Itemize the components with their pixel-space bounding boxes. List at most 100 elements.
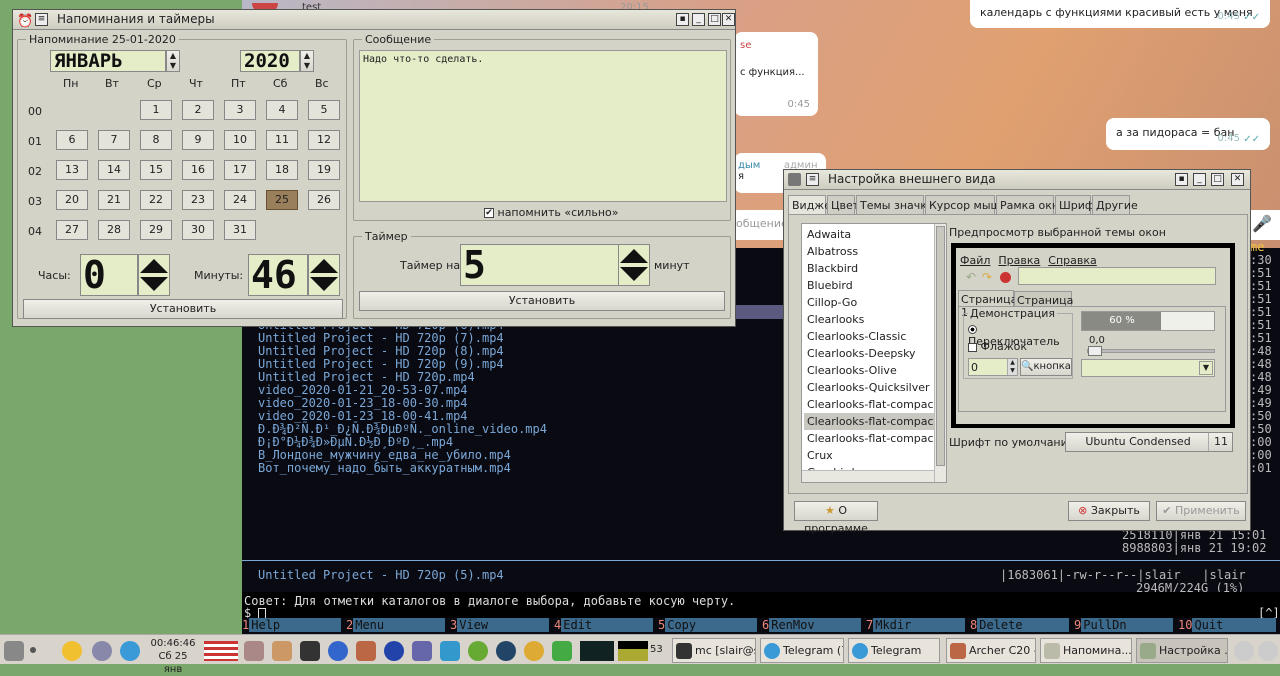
arrow-up-icon[interactable] bbox=[310, 259, 338, 273]
preview-menu-item[interactable]: Правка bbox=[998, 254, 1040, 267]
day-25[interactable]: 25 bbox=[266, 190, 298, 210]
task-mc[interactable]: mc [slair@s... bbox=[672, 638, 756, 663]
theme-item[interactable]: Blackbird bbox=[804, 260, 934, 277]
day-23[interactable]: 23 bbox=[182, 190, 214, 210]
task-telegram[interactable]: Telegram bbox=[848, 638, 940, 663]
file-item[interactable]: video_2020-01-23_18-00-30.mp4 bbox=[258, 396, 468, 410]
day-26[interactable]: 26 bbox=[308, 190, 340, 210]
file-item[interactable]: Untitled Project - HD 720p (9).mp4 bbox=[258, 357, 504, 371]
preview-menu-item[interactable]: Справка bbox=[1048, 254, 1096, 267]
back-icon[interactable]: ↶ bbox=[966, 270, 976, 284]
fkey-renmov[interactable]: 6 RenMov bbox=[762, 618, 862, 634]
app-launcher-icon[interactable] bbox=[440, 641, 460, 661]
arrow-up-icon[interactable] bbox=[140, 259, 168, 273]
demo-button[interactable]: 🔍кнопка bbox=[1020, 358, 1072, 376]
task-telegram[interactable]: Telegram (7... bbox=[760, 638, 844, 663]
scrollbar-thumb[interactable] bbox=[936, 226, 945, 466]
forward-icon[interactable]: ↷ bbox=[982, 270, 992, 284]
app-launcher-icon[interactable] bbox=[552, 641, 572, 661]
demo-combo[interactable]: ▼ bbox=[1081, 359, 1215, 377]
file-item[interactable]: Untitled Project - HD 720p (7).mp4 bbox=[258, 331, 504, 345]
set-reminder-button[interactable]: Установить bbox=[23, 299, 343, 319]
day-15[interactable]: 15 bbox=[140, 160, 172, 180]
apply-button[interactable]: ✔ Применить bbox=[1156, 501, 1246, 521]
app-launcher-icon[interactable] bbox=[244, 641, 264, 661]
set-timer-button[interactable]: Установить bbox=[359, 291, 725, 311]
demo-spin[interactable]: 0 ▲ ▼ bbox=[968, 358, 1018, 376]
day-14[interactable]: 14 bbox=[98, 160, 130, 180]
minimize-button[interactable]: _ bbox=[1193, 173, 1206, 186]
volume-icon[interactable] bbox=[1234, 641, 1254, 661]
day-19[interactable]: 19 bbox=[308, 160, 340, 180]
day-29[interactable]: 29 bbox=[140, 220, 172, 240]
app-launcher-icon[interactable] bbox=[496, 641, 516, 661]
day-30[interactable]: 30 bbox=[182, 220, 214, 240]
day-2[interactable]: 2 bbox=[182, 100, 214, 120]
day-6[interactable]: 6 bbox=[56, 130, 88, 150]
timer-spinner[interactable] bbox=[618, 244, 650, 286]
app-launcher-icon[interactable] bbox=[524, 641, 544, 661]
minimize-button[interactable]: _ bbox=[692, 13, 705, 26]
app-launcher-icon[interactable] bbox=[328, 641, 348, 661]
file-item[interactable]: video_2020-01-23_18-00-41.mp4 bbox=[258, 409, 468, 423]
spin-arrows-icon[interactable]: ▲ ▼ bbox=[1007, 359, 1017, 375]
tab-4[interactable]: Рамка окна bbox=[996, 195, 1066, 215]
day-12[interactable]: 12 bbox=[308, 130, 340, 150]
checkmark-icon[interactable]: ✔ bbox=[484, 208, 494, 218]
app-launcher-icon[interactable] bbox=[272, 641, 292, 661]
default-font-button[interactable]: Ubuntu Condensed 11 bbox=[1065, 432, 1233, 452]
day-9[interactable]: 9 bbox=[182, 130, 214, 150]
task-reminders[interactable]: Напомина... bbox=[1040, 638, 1132, 663]
theme-item[interactable]: Adwaita bbox=[804, 226, 934, 243]
checkbox-icon[interactable] bbox=[968, 342, 977, 352]
theme-item[interactable]: Clearlooks-Classic bbox=[804, 328, 934, 345]
minutes-spinner[interactable] bbox=[308, 254, 340, 296]
fkey-help[interactable]: 1 Help bbox=[242, 618, 342, 634]
theme-item[interactable]: Albatross bbox=[804, 243, 934, 260]
theme-item[interactable]: Clearlooks-Deepsky bbox=[804, 345, 934, 362]
fkey-quit[interactable]: 10 Quit bbox=[1178, 618, 1278, 634]
demo-checkbox[interactable]: Флажок bbox=[968, 340, 1027, 353]
file-item[interactable]: Untitled Project - HD 720p (8).mp4 bbox=[258, 344, 504, 358]
day-22[interactable]: 22 bbox=[140, 190, 172, 210]
day-16[interactable]: 16 bbox=[182, 160, 214, 180]
theme-item[interactable]: Clearlooks bbox=[804, 311, 934, 328]
day-5[interactable]: 5 bbox=[308, 100, 340, 120]
task-browser[interactable]: Archer C20 -... bbox=[946, 638, 1036, 663]
tab-6[interactable]: Другие bbox=[1092, 195, 1138, 215]
horizontal-scrollbar[interactable] bbox=[802, 470, 934, 482]
preview-menu-item[interactable]: Файл bbox=[960, 254, 990, 267]
day-18[interactable]: 18 bbox=[266, 160, 298, 180]
day-10[interactable]: 10 bbox=[224, 130, 256, 150]
app-launcher-icon[interactable] bbox=[468, 641, 488, 661]
fkey-delete[interactable]: 8 Delete bbox=[970, 618, 1070, 634]
tab-3[interactable]: Курсор мыши bbox=[925, 195, 1008, 215]
file-item[interactable]: Вот_почему_надо_быть_аккуратным.mp4 bbox=[258, 461, 511, 475]
demo-slider[interactable] bbox=[1087, 346, 1215, 356]
fkey-menu[interactable]: 2 Menu bbox=[346, 618, 446, 634]
file-item[interactable]: В_Лондоне_мужчину_едва_не_убило.mp4 bbox=[258, 448, 511, 462]
theme-list[interactable]: Adwaita Albatross Blackbird Bluebird Cillop-… bbox=[801, 223, 947, 483]
shade-button[interactable]: ▪ bbox=[676, 13, 689, 26]
preview-tab-1[interactable]: Страница 1 bbox=[958, 290, 1017, 319]
message-textarea[interactable]: Надо что-то сделать. bbox=[359, 50, 727, 202]
menu-icon[interactable] bbox=[4, 641, 24, 661]
day-17[interactable]: 17 bbox=[224, 160, 256, 180]
month-spinner[interactable]: ▲ ▼ bbox=[166, 50, 180, 72]
fkey-edit[interactable]: 4 Edit bbox=[554, 618, 654, 634]
power-icon[interactable] bbox=[1258, 641, 1278, 661]
maximize-button[interactable]: □ bbox=[708, 13, 721, 26]
arrow-down-icon[interactable] bbox=[310, 277, 338, 291]
file-item[interactable]: video_2020-01-21_20-53-07.mp4 bbox=[258, 383, 468, 397]
arrow-up-icon[interactable] bbox=[620, 249, 648, 263]
hours-spinner[interactable] bbox=[138, 254, 170, 296]
day-7[interactable]: 7 bbox=[98, 130, 130, 150]
tab-5[interactable]: Шрифт bbox=[1055, 195, 1101, 215]
theme-item[interactable]: Crux bbox=[804, 447, 934, 464]
day-27[interactable]: 27 bbox=[56, 220, 88, 240]
fkey-copy[interactable]: 5 Copy bbox=[658, 618, 758, 634]
day-3[interactable]: 3 bbox=[224, 100, 256, 120]
fkey-pulldn[interactable]: 9 PullDn bbox=[1074, 618, 1174, 634]
about-button[interactable]: ★ О программе bbox=[794, 501, 878, 535]
shade-button[interactable]: ▪ bbox=[1175, 173, 1188, 186]
